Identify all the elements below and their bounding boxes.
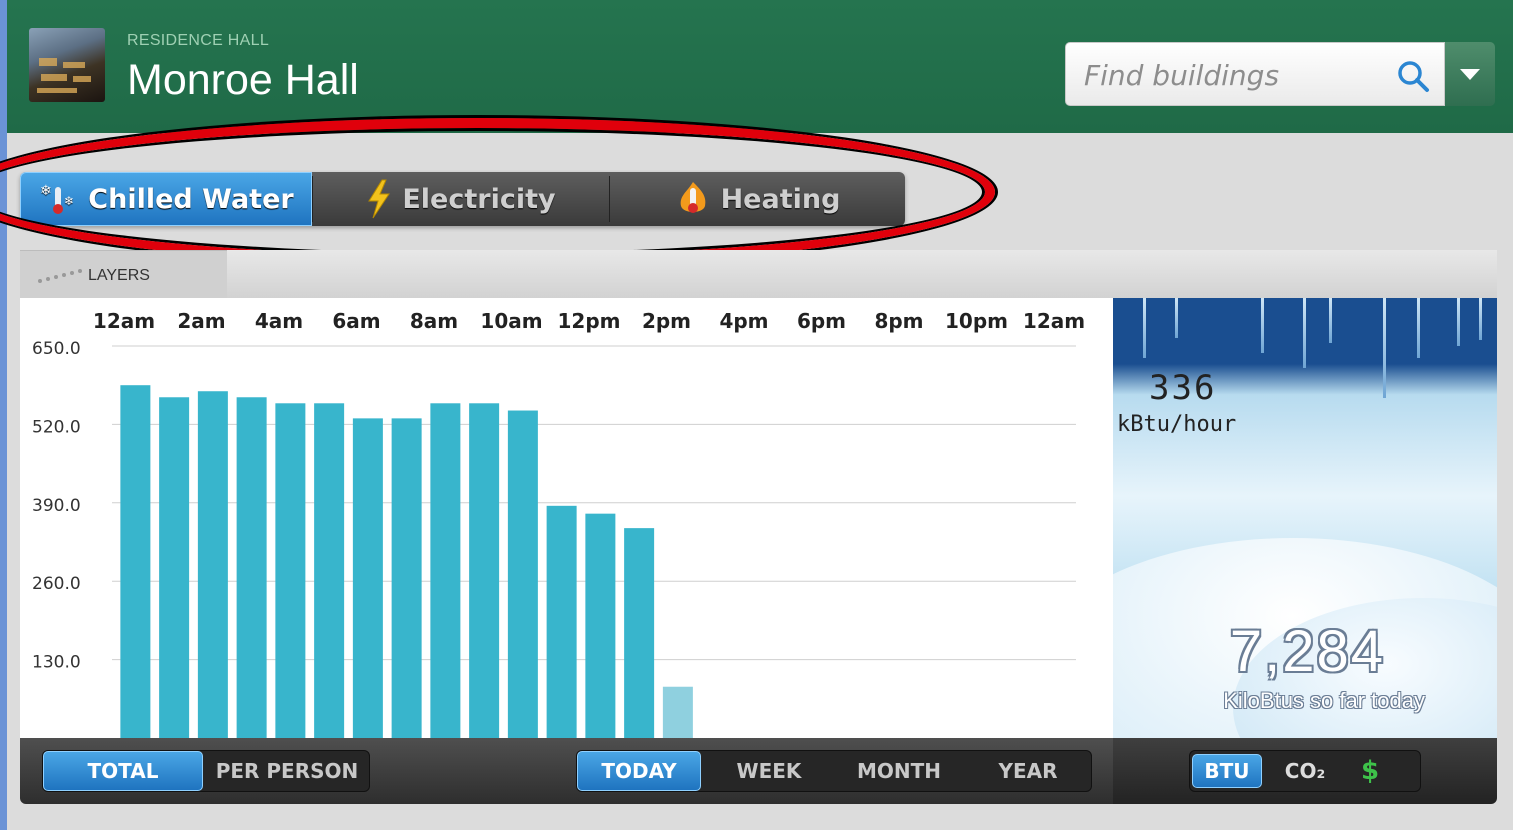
tab-heating[interactable]: Heating <box>610 172 905 226</box>
year-button[interactable]: YEAR <box>965 751 1091 791</box>
chart-bar[interactable] <box>120 385 151 738</box>
x-tick-label: 8pm <box>874 309 923 333</box>
tab-electricity[interactable]: Electricity <box>313 172 609 226</box>
x-tick-label: 4am <box>255 309 303 333</box>
current-rate-value: 336 <box>1149 368 1217 408</box>
chart-bar[interactable] <box>585 513 616 738</box>
left-edge-strip <box>0 0 7 830</box>
tab-label: Heating <box>720 183 841 215</box>
lightning-bolt-icon <box>368 179 391 219</box>
x-tick-label: 12am <box>1023 309 1085 333</box>
period-toggle: TODAY WEEK MONTH YEAR <box>576 750 1092 792</box>
y-tick-label: 650.0 <box>32 339 81 359</box>
building-category: RESIDENCE HALL <box>127 32 270 49</box>
unit-toggle: BTU CO₂ $ <box>1189 750 1421 792</box>
layers-label: LAYERS <box>88 267 150 284</box>
chart-bar[interactable] <box>275 403 306 738</box>
building-thumbnail <box>29 28 105 102</box>
svg-text:❄: ❄ <box>40 183 52 199</box>
chart-bar[interactable] <box>352 418 383 738</box>
mode-toggle: TOTAL PER PERSON <box>42 750 370 792</box>
x-tick-label: 2pm <box>642 309 691 333</box>
chart-bar[interactable] <box>159 397 190 738</box>
y-tick-label: 520.0 <box>32 417 81 437</box>
tab-chilled-water[interactable]: ❄ ❄ Chilled Water <box>20 172 312 226</box>
search-icon[interactable] <box>1396 59 1430 93</box>
x-tick-label: 6pm <box>797 309 846 333</box>
chart-bar[interactable] <box>624 528 655 738</box>
chevron-down-icon <box>1460 69 1480 80</box>
chart-bar[interactable] <box>314 403 345 738</box>
month-button[interactable]: MONTH <box>835 751 963 791</box>
chart-bar[interactable] <box>430 403 461 738</box>
chart-bar[interactable] <box>236 397 267 738</box>
chart-bar[interactable] <box>391 418 422 738</box>
total-today-value: 7,284 <box>1229 619 1385 684</box>
x-tick-label: 2am <box>177 309 225 333</box>
y-tick-label: 260.0 <box>32 574 81 594</box>
search-box[interactable] <box>1065 42 1445 106</box>
chart-bar[interactable] <box>546 505 577 738</box>
x-tick-label: 4pm <box>719 309 768 333</box>
chart-bar[interactable] <box>469 403 500 738</box>
x-tick-label: 10pm <box>945 309 1008 333</box>
resource-tabs: ❄ ❄ Chilled Water Electricity Heating <box>20 172 905 226</box>
page-title: Monroe Hall <box>127 56 359 104</box>
tab-label: Chilled Water <box>88 183 294 215</box>
total-button[interactable]: TOTAL <box>43 751 203 791</box>
y-tick-label: 130.0 <box>32 653 81 673</box>
x-tick-label: 8am <box>410 309 458 333</box>
search-input[interactable] <box>1082 55 1386 95</box>
per-person-button[interactable]: PER PERSON <box>205 751 369 791</box>
total-today-label: KiloBtus so far today <box>1223 688 1425 713</box>
x-tick-label: 10am <box>480 309 542 333</box>
usage-chart: 650.0 520.0 390.0 260.0 130.0 12am 2am 4am 6am 8a… <box>20 298 1113 738</box>
week-button[interactable]: WEEK <box>705 751 833 791</box>
dots-icon <box>38 269 82 283</box>
svg-text:❄: ❄ <box>64 194 74 208</box>
tab-label: Electricity <box>402 183 556 215</box>
layers-tab[interactable]: LAYERS <box>20 250 227 299</box>
search-dropdown-button[interactable] <box>1445 42 1495 106</box>
current-usage-panel: 336 kBtu/hour 7,284 KiloBtus so far toda… <box>1113 298 1497 738</box>
dollar-button[interactable]: $ <box>1340 751 1400 791</box>
chart-bar[interactable] <box>507 410 538 738</box>
snowflake-thermometer-icon: ❄ ❄ <box>40 183 74 214</box>
x-tick-label: 12am <box>93 309 155 333</box>
x-tick-label: 6am <box>332 309 380 333</box>
chart-bar[interactable] <box>662 686 693 738</box>
chart-controls-bar: TOTAL PER PERSON TODAY WEEK MONTH YEAR <box>20 738 1113 804</box>
chart-bar[interactable] <box>197 391 228 738</box>
unit-controls-bar: BTU CO₂ $ <box>1113 738 1497 804</box>
y-tick-label: 390.0 <box>32 496 81 516</box>
chart-panel-header <box>20 250 1497 298</box>
today-button[interactable]: TODAY <box>577 751 701 791</box>
x-tick-label: 12pm <box>558 309 621 333</box>
usage-bar-chart: 650.0 520.0 390.0 260.0 130.0 12am 2am 4am 6am 8a… <box>32 309 1085 738</box>
current-rate-unit: kBtu/hour <box>1117 412 1237 437</box>
flame-thermometer-icon <box>680 182 705 213</box>
btu-button[interactable]: BTU <box>1192 754 1262 788</box>
co2-button[interactable]: CO₂ <box>1272 751 1338 791</box>
